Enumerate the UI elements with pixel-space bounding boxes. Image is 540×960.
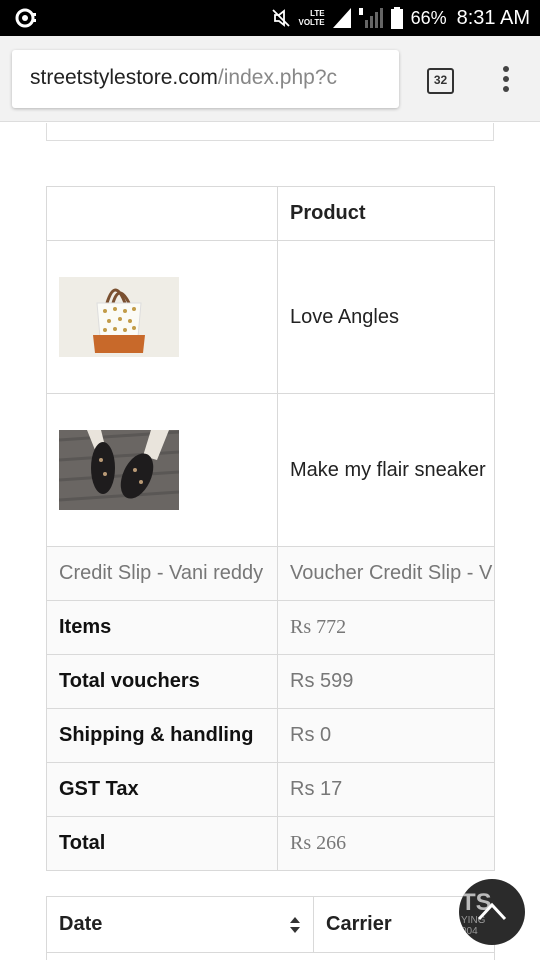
product-image-tote-bag[interactable]	[59, 277, 179, 357]
network-type: LTE VOLTE	[299, 9, 325, 27]
overflow-menu-icon[interactable]	[496, 66, 516, 96]
status-bar: LTE VOLTE 66% 8:31 AM	[0, 0, 540, 36]
network-label: LTE	[310, 9, 325, 18]
summary-label: Items	[46, 600, 278, 655]
shipping-table-continuation	[46, 952, 495, 960]
summary-row-total: Total Rs 266	[46, 816, 495, 871]
summary-label: Total	[46, 816, 278, 871]
tab-switcher-button[interactable]: 32	[427, 68, 454, 94]
header-cell-product: Product	[277, 186, 495, 241]
sort-icon[interactable]	[289, 916, 301, 934]
mute-icon	[271, 9, 290, 27]
shipping-header-row: Date Carrier	[46, 896, 495, 953]
summary-value: Rs 0	[277, 708, 495, 763]
product-image-cell	[46, 393, 278, 547]
product-name[interactable]: Love Angles	[290, 306, 399, 328]
order-details-table: Product Love Angles Make my flair sneake…	[46, 186, 495, 871]
table-header-row: Product	[46, 186, 495, 241]
header-cell-image	[46, 186, 278, 241]
summary-row-tax: GST Tax Rs 17	[46, 762, 495, 817]
product-row: Make my flair sneaker	[46, 393, 495, 547]
date-header[interactable]: Date	[46, 896, 314, 953]
summary-row-shipping: Shipping & handling Rs 0	[46, 708, 495, 763]
scroll-to-top-button[interactable]: TS YING 004	[459, 879, 525, 945]
page-content: Product Love Angles Make my flair sneake…	[0, 123, 540, 960]
shipping-table: Date Carrier	[46, 896, 495, 953]
url-path: /index.php?c	[217, 66, 337, 89]
summary-value: Rs 266	[277, 816, 495, 871]
browser-toolbar: streetstylestore.com/index.php?c 32	[0, 36, 540, 122]
product-name-cell: Make my flair sneaker	[277, 393, 495, 547]
url-bar[interactable]: streetstylestore.com/index.php?c	[12, 50, 399, 108]
signal-icon	[332, 8, 351, 28]
credit-slip-voucher: Voucher Credit Slip - V	[277, 546, 495, 601]
signal-icon-2	[358, 8, 383, 28]
summary-row-items: Items Rs 772	[46, 600, 495, 655]
summary-value: Rs 17	[277, 762, 495, 817]
battery-icon	[390, 7, 403, 29]
url-host: streetstylestore.com	[30, 66, 218, 89]
volte-label: VOLTE	[298, 18, 325, 27]
clock: 8:31 AM	[456, 6, 530, 29]
date-header-label: Date	[59, 913, 103, 935]
summary-row-vouchers: Total vouchers Rs 599	[46, 654, 495, 709]
summary-value: Rs 772	[277, 600, 495, 655]
summary-label: Shipping & handling	[46, 708, 278, 763]
battery-level: 66%	[410, 7, 447, 28]
summary-label: GST Tax	[46, 762, 278, 817]
product-name-cell: Love Angles	[277, 240, 495, 394]
credit-slip-name: Credit Slip - Vani reddy	[46, 546, 278, 601]
product-image-cell	[46, 240, 278, 394]
product-name[interactable]: Make my flair sneaker	[290, 459, 486, 481]
summary-value: Rs 599	[277, 654, 495, 709]
previous-section-box	[46, 123, 494, 141]
notification-icon	[15, 8, 36, 28]
summary-label: Total vouchers	[46, 654, 278, 709]
chevron-up-icon	[477, 902, 507, 921]
product-row: Love Angles	[46, 240, 495, 394]
credit-slip-row: Credit Slip - Vani reddy Voucher Credit …	[46, 546, 495, 601]
product-image-sneakers[interactable]	[59, 430, 179, 510]
